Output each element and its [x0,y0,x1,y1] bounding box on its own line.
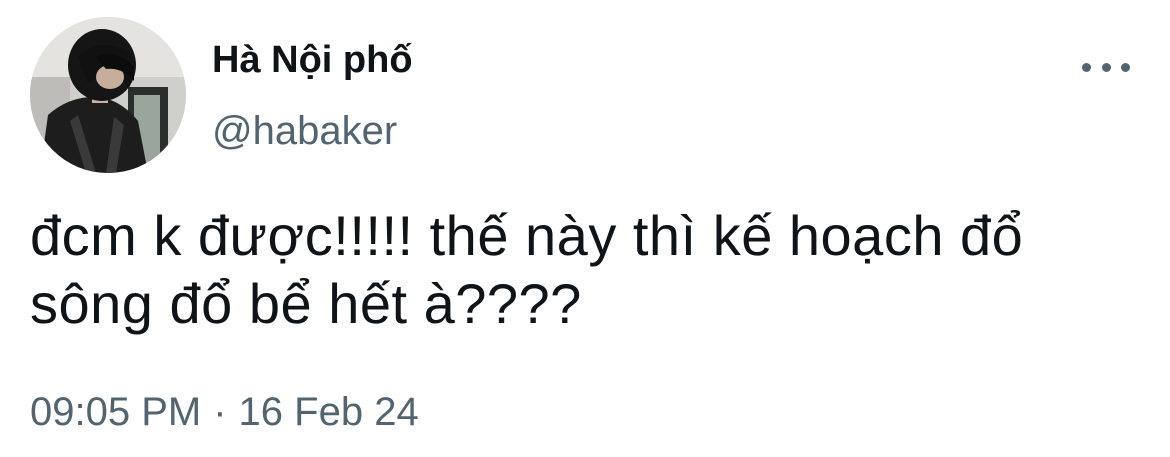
tweet-card: Hà Nội phố @habaker đcm k được!!!!! thế … [0,0,1170,457]
tweet-time: 09:05 PM [30,390,202,434]
tweet-text: đcm k được!!!!! thế này thì kế hoạch đổ … [30,204,1024,335]
user-avatar-photo-icon [30,17,186,173]
more-horizontal-icon-dot [1101,62,1111,72]
more-horizontal-icon-dot [1121,62,1130,72]
tweet-timestamp[interactable]: 09:05 PM · 16 Feb 24 [30,388,419,436]
more-horizontal-icon [1082,62,1091,72]
avatar[interactable] [30,17,186,173]
more-options-button[interactable] [1082,52,1130,82]
user-handle[interactable]: @habaker [212,108,397,154]
tweet-date: 16 Feb 24 [238,390,419,434]
meta-separator: · [213,390,227,434]
display-name[interactable]: Hà Nội phố [212,38,413,82]
